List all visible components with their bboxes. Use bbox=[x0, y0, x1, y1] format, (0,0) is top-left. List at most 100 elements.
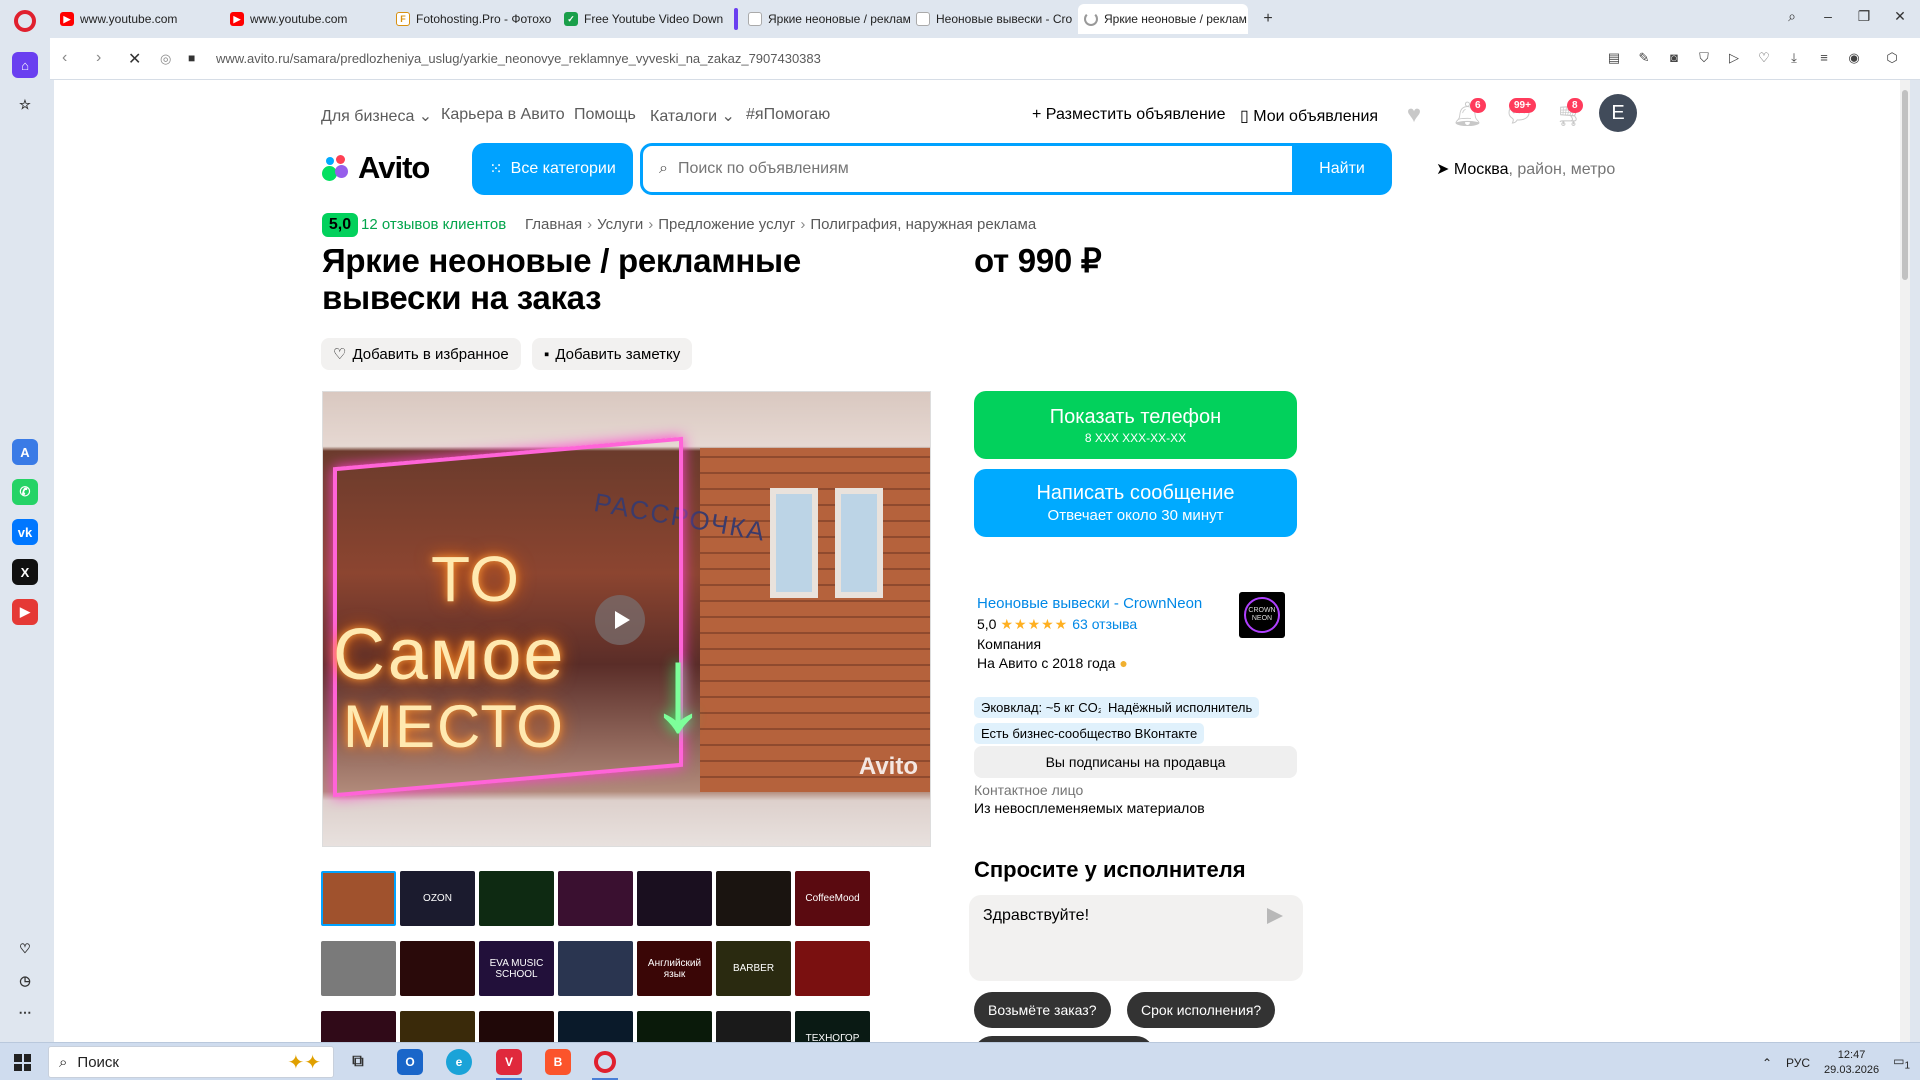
opera-logo-icon[interactable] bbox=[14, 10, 36, 32]
forward-icon[interactable]: › bbox=[96, 49, 101, 67]
quick-question-chip[interactable]: Срок исполнения? bbox=[1127, 992, 1276, 1028]
tab-youtube-2[interactable]: ▶ www.youtube.com bbox=[224, 4, 394, 34]
quick-question-chip[interactable]: Возьмёте заказ? bbox=[974, 992, 1111, 1028]
windows-start-icon[interactable] bbox=[14, 1054, 31, 1071]
nav-business[interactable]: Для бизнеса ⌄ bbox=[321, 106, 432, 126]
profile-icon[interactable]: ◉ bbox=[1846, 50, 1862, 66]
player-icon[interactable]: ▶ bbox=[12, 599, 38, 625]
seller-logo[interactable]: CROWN NEON bbox=[1239, 592, 1285, 638]
seller-reviews-link[interactable]: 63 отзыва bbox=[1072, 616, 1137, 632]
favorites-heart-icon[interactable]: ♡ bbox=[12, 936, 38, 962]
bookmarks-star-icon[interactable]: ☆ bbox=[12, 92, 38, 118]
taskbar-search[interactable]: ⌕ Поиск ✦✦ bbox=[48, 1046, 334, 1078]
favorites-heart-icon[interactable]: ♥ bbox=[1400, 102, 1428, 128]
shield-icon[interactable]: ⛉ bbox=[1696, 50, 1712, 66]
scrollbar-thumb[interactable] bbox=[1902, 90, 1908, 280]
photo-thumbnail[interactable] bbox=[716, 1011, 791, 1042]
nav-catalogs[interactable]: Каталоги ⌄ bbox=[650, 106, 735, 126]
play-icon[interactable] bbox=[595, 595, 645, 645]
photo-thumbnail[interactable]: Английский язык bbox=[637, 941, 712, 996]
avito-logo[interactable]: Avito bbox=[322, 146, 430, 190]
photo-thumbnail[interactable]: OZON bbox=[400, 871, 475, 926]
photo-thumbnail[interactable] bbox=[400, 1011, 475, 1042]
tab-avito-active[interactable]: Яркие неоновые / реклам bbox=[1078, 4, 1248, 34]
edit-icon[interactable]: ✎ bbox=[1636, 50, 1652, 66]
reader-icon[interactable]: ▤ bbox=[1606, 50, 1622, 66]
nav-ya-pomogayu[interactable]: #яПомогаю bbox=[746, 106, 830, 124]
photo-thumbnail[interactable] bbox=[795, 941, 870, 996]
minimize-icon[interactable]: – bbox=[1816, 8, 1840, 24]
send-icon[interactable] bbox=[1267, 908, 1283, 924]
all-categories-button[interactable]: ⁙ Все категории bbox=[472, 143, 633, 195]
url-field[interactable]: www.avito.ru/samara/predlozheniya_uslug/… bbox=[216, 51, 821, 66]
tab-avito-listing[interactable]: Яркие неоновые / реклам bbox=[742, 4, 910, 34]
tab-fotohosting[interactable]: F Fotohosting.Pro - Фотохо bbox=[390, 4, 558, 34]
breadcrumb-item[interactable]: Полиграфия, наружная реклама bbox=[810, 216, 1036, 233]
download-icon[interactable]: ⤓ bbox=[1786, 50, 1802, 66]
photo-thumbnail[interactable] bbox=[637, 871, 712, 926]
vivaldi-icon[interactable]: V bbox=[496, 1049, 522, 1075]
brave-icon[interactable]: B bbox=[545, 1049, 571, 1075]
post-ad-button[interactable]: + Разместить объявление bbox=[1032, 106, 1226, 124]
photo-thumbnail[interactable] bbox=[637, 1011, 712, 1042]
reviews-link[interactable]: 12 отзывов клиентов bbox=[361, 216, 506, 233]
avatar[interactable]: E bbox=[1599, 94, 1637, 132]
outlook-icon[interactable]: O bbox=[397, 1049, 423, 1075]
stop-loading-icon[interactable]: ✕ bbox=[128, 49, 141, 69]
tab-downloader[interactable]: ✓ Free Youtube Video Down bbox=[558, 4, 726, 34]
subscribed-button[interactable]: Вы подписаны на продавца bbox=[974, 746, 1297, 778]
photo-thumbnail[interactable] bbox=[558, 871, 633, 926]
my-ads-button[interactable]: ▯ Мои объявления bbox=[1240, 106, 1378, 126]
search-input[interactable] bbox=[677, 160, 1238, 178]
add-note-button[interactable]: ▪ Добавить заметку bbox=[532, 338, 693, 370]
camera-icon[interactable]: ◙ bbox=[1666, 50, 1682, 66]
photo-thumbnail[interactable]: EVA MUSIC SCHOOL bbox=[479, 941, 554, 996]
tab-avito-seller[interactable]: Неоновые вывески - Cro bbox=[910, 4, 1078, 34]
language-indicator[interactable]: РУС bbox=[1786, 1056, 1810, 1070]
photo-thumbnail[interactable] bbox=[479, 1011, 554, 1042]
aria-icon[interactable]: A bbox=[12, 439, 38, 465]
reliable-tag[interactable]: Надёжный исполнитель bbox=[1101, 697, 1260, 718]
photo-thumbnail[interactable]: BARBER bbox=[716, 941, 791, 996]
photo-thumbnail[interactable]: ТЕХНОГОР bbox=[795, 1011, 870, 1042]
close-window-icon[interactable]: ✕ bbox=[1888, 8, 1912, 25]
tab-youtube-1[interactable]: ▶ www.youtube.com bbox=[54, 4, 224, 34]
new-tab-icon[interactable]: + bbox=[1259, 10, 1277, 28]
search-tabs-icon[interactable]: ⌕ bbox=[1780, 8, 1804, 25]
chevron-up-icon[interactable]: ⌃ bbox=[1762, 1056, 1772, 1070]
home-icon[interactable]: ⌂ bbox=[12, 52, 38, 78]
clock[interactable]: 12:47 29.03.2026 bbox=[1824, 1048, 1879, 1078]
site-info-icon[interactable]: ◎ bbox=[160, 51, 171, 67]
task-view-icon[interactable]: ⧉ bbox=[345, 1049, 371, 1075]
location-selector[interactable]: ➤ Москва, район, метро bbox=[1436, 159, 1615, 179]
photo-thumbnail[interactable] bbox=[400, 941, 475, 996]
breadcrumb-item[interactable]: Предложение услуг bbox=[658, 216, 795, 233]
photo-thumbnail[interactable]: CoffeeMood bbox=[795, 871, 870, 926]
photo-thumbnail[interactable] bbox=[716, 871, 791, 926]
restore-icon[interactable]: ❐ bbox=[1852, 8, 1876, 25]
seller-name-link[interactable]: Неоновые вывески - CrownNeon bbox=[977, 595, 1202, 612]
more-icon[interactable]: ⋯ bbox=[12, 1000, 38, 1026]
extensions-icon[interactable]: ⬡ bbox=[1884, 50, 1900, 66]
ask-message-input[interactable]: Здравствуйте! bbox=[969, 895, 1303, 981]
back-icon[interactable]: ‹ bbox=[62, 49, 67, 67]
heart-icon[interactable]: ♡ bbox=[1756, 50, 1772, 66]
main-photo[interactable]: РАССРОЧКА ТО Самое МЕСТО ↓ Avito bbox=[322, 391, 931, 847]
write-message-button[interactable]: Написать сообщение Отвечает около 30 мин… bbox=[974, 469, 1297, 537]
photo-thumbnail[interactable] bbox=[321, 941, 396, 996]
breadcrumb-item[interactable]: Главная bbox=[525, 216, 582, 233]
photo-thumbnail[interactable] bbox=[558, 941, 633, 996]
menu-icon[interactable]: ≡ bbox=[1816, 50, 1832, 66]
opera-taskbar-icon[interactable] bbox=[594, 1051, 616, 1073]
x-icon[interactable]: X bbox=[12, 559, 38, 585]
notifications-icon[interactable]: ▭1 bbox=[1893, 1054, 1910, 1071]
page-scrollbar[interactable] bbox=[1900, 80, 1910, 1042]
whatsapp-icon[interactable]: ✆ bbox=[12, 479, 38, 505]
photo-thumbnail[interactable] bbox=[321, 871, 396, 926]
edge-icon[interactable]: e bbox=[446, 1049, 472, 1075]
photo-thumbnail[interactable] bbox=[558, 1011, 633, 1042]
search-button[interactable]: Найти bbox=[1292, 143, 1392, 195]
show-phone-button[interactable]: Показать телефон 8 XXX XXX-XX-XX bbox=[974, 391, 1297, 459]
photo-thumbnail[interactable] bbox=[321, 1011, 396, 1042]
send-icon[interactable]: ▷ bbox=[1726, 50, 1742, 66]
